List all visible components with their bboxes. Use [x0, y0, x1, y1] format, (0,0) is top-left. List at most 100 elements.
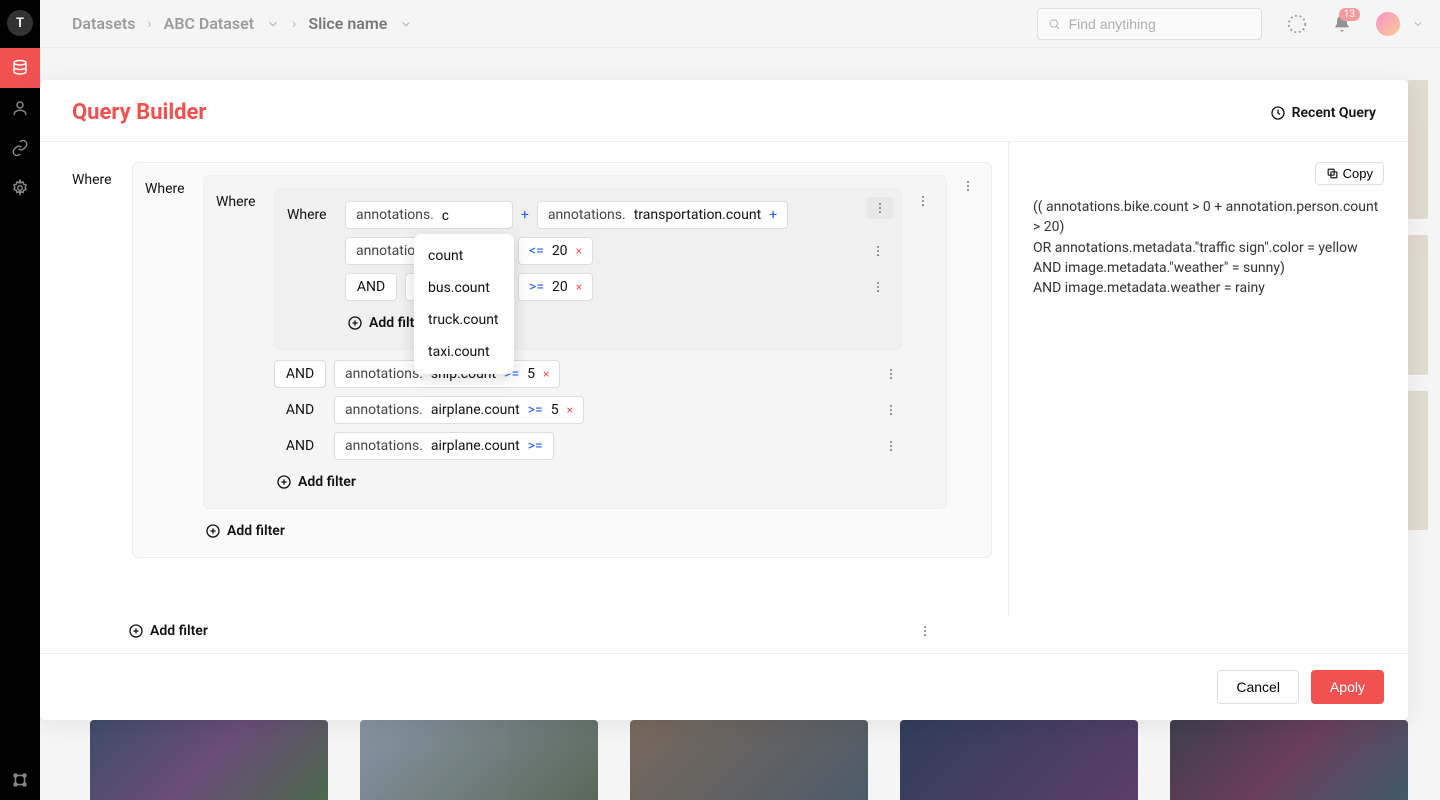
chevron-down-icon[interactable] — [399, 17, 413, 31]
group-menu-button[interactable] — [957, 175, 979, 197]
group-menu-button[interactable] — [912, 188, 934, 212]
token-field: airplane.count — [431, 402, 520, 418]
user-avatar[interactable] — [1376, 12, 1400, 36]
conjunction-and: AND — [274, 438, 326, 454]
copy-label: Copy — [1343, 166, 1373, 181]
filter-token[interactable]: annotations. count bus.count — [345, 201, 513, 229]
image-thumb[interactable] — [360, 720, 598, 800]
query-line: (( annotations.bike.count > 0 + annotati… — [1033, 197, 1384, 238]
chevron-right-icon: › — [147, 16, 151, 32]
query-line: AND image.metadata.weather = rainy — [1033, 278, 1384, 298]
copy-icon — [1326, 167, 1339, 180]
notifications-button[interactable]: 13 — [1332, 14, 1352, 34]
add-token-button[interactable]: + — [769, 207, 777, 223]
filter-group-1: Where Where — [132, 162, 992, 558]
operator: >= — [529, 279, 544, 295]
plus-circle-icon — [276, 474, 292, 490]
image-thumb[interactable] — [900, 720, 1138, 800]
nav-bounding[interactable] — [0, 760, 40, 800]
remove-icon[interactable]: × — [576, 280, 582, 294]
cancel-button[interactable]: Cancel — [1217, 670, 1299, 704]
app-logo[interactable]: T — [7, 10, 33, 36]
filter-row: AND annotations. airplane.count >= — [274, 432, 902, 460]
dropdown-item[interactable]: count — [414, 240, 514, 272]
image-grid — [90, 720, 1408, 800]
image-thumb[interactable] — [90, 720, 328, 800]
conjunction-and[interactable]: AND — [274, 360, 326, 388]
where-label: Where — [287, 201, 335, 223]
dropdown-item[interactable]: truck.count — [414, 304, 514, 336]
modal-footer: Cancel Apoly — [40, 653, 1408, 720]
nav-links[interactable] — [0, 128, 40, 168]
row-menu-button[interactable] — [880, 435, 902, 457]
row-menu-button[interactable] — [867, 276, 889, 298]
more-vertical-icon — [884, 367, 898, 381]
row-menu-button[interactable] — [880, 363, 902, 385]
nav-datasets[interactable] — [0, 48, 40, 88]
row-menu-button[interactable] — [867, 240, 889, 262]
breadcrumb-datasets[interactable]: Datasets — [72, 14, 135, 33]
copy-button[interactable]: Copy — [1315, 162, 1384, 185]
more-vertical-icon — [918, 624, 932, 638]
nav-settings[interactable] — [0, 168, 40, 208]
search-input[interactable] — [1069, 16, 1251, 32]
add-filter-label: Add filter — [298, 474, 356, 490]
more-vertical-icon — [884, 439, 898, 453]
nav-users[interactable] — [0, 88, 40, 128]
plus-circle-icon — [347, 315, 363, 331]
where-label: Where — [72, 162, 120, 188]
add-filter-button[interactable]: Add filter — [126, 617, 210, 645]
value: 5 — [527, 366, 535, 382]
filter-token[interactable]: annotations. transportation.count + — [537, 201, 788, 229]
more-vertical-icon — [871, 280, 885, 294]
field-search-input[interactable] — [442, 207, 502, 223]
chevron-down-icon[interactable] — [266, 17, 280, 31]
operator: >= — [528, 438, 543, 454]
row-menu-button[interactable] — [880, 399, 902, 421]
global-search[interactable] — [1037, 8, 1262, 40]
dropdown-item[interactable]: taxi.count — [414, 336, 514, 368]
link-icon — [11, 139, 29, 157]
add-filter-button[interactable]: Add filter — [203, 517, 947, 545]
image-thumb[interactable] — [1170, 720, 1408, 800]
token-namespace: annotations. — [356, 207, 434, 223]
token-field: airplane.count — [431, 438, 520, 454]
filter-row: AND annotations. ship.count >= 5 × — [274, 360, 902, 388]
image-thumb[interactable] — [630, 720, 868, 800]
plus-circle-icon — [205, 523, 221, 539]
filter-row: annotations. count bus.count — [345, 201, 889, 229]
filter-condition[interactable]: <= 20 × — [518, 237, 593, 265]
remove-icon[interactable]: × — [576, 244, 582, 258]
breadcrumb-slice[interactable]: Slice name — [308, 14, 387, 33]
conjunction-and: AND — [274, 402, 326, 418]
add-filter-button[interactable]: Add filter — [274, 468, 902, 496]
apply-button[interactable]: Apoly — [1311, 670, 1384, 704]
notif-badge: 13 — [1339, 8, 1360, 21]
recent-query-button[interactable]: Recent Query — [1270, 105, 1376, 121]
gear-icon — [11, 179, 29, 197]
database-icon — [11, 59, 29, 77]
where-label: Where — [145, 175, 193, 197]
token-namespace: annotations. — [345, 402, 423, 418]
filter-token[interactable]: annotations. airplane.count >= — [334, 432, 554, 460]
value: 20 — [552, 243, 568, 259]
remove-icon[interactable]: × — [567, 403, 573, 417]
token-namespace: annotations. — [345, 366, 423, 382]
row-menu-button[interactable] — [914, 620, 936, 642]
filter-condition[interactable]: >= 20 × — [518, 273, 593, 301]
left-rail: T — [0, 0, 40, 800]
dropdown-item[interactable]: bus.count — [414, 272, 514, 304]
operator: >= — [528, 402, 543, 418]
add-token-button[interactable]: + — [521, 207, 529, 223]
bg-image-strip — [1408, 80, 1428, 530]
chevron-down-icon[interactable] — [1412, 18, 1424, 30]
query-text: (( annotations.bike.count > 0 + annotati… — [1033, 185, 1384, 298]
filter-token[interactable]: annotations. airplane.count >= 5 × — [334, 396, 584, 424]
more-vertical-icon — [871, 244, 885, 258]
value: 20 — [552, 279, 568, 295]
remove-icon[interactable]: × — [543, 367, 549, 381]
filter-group-2: Where Where — [203, 175, 947, 509]
conjunction-and[interactable]: AND — [345, 273, 397, 301]
query-preview-panel: Copy (( annotations.bike.count > 0 + ann… — [1008, 142, 1408, 617]
breadcrumb-dataset-name[interactable]: ABC Dataset — [164, 14, 254, 33]
